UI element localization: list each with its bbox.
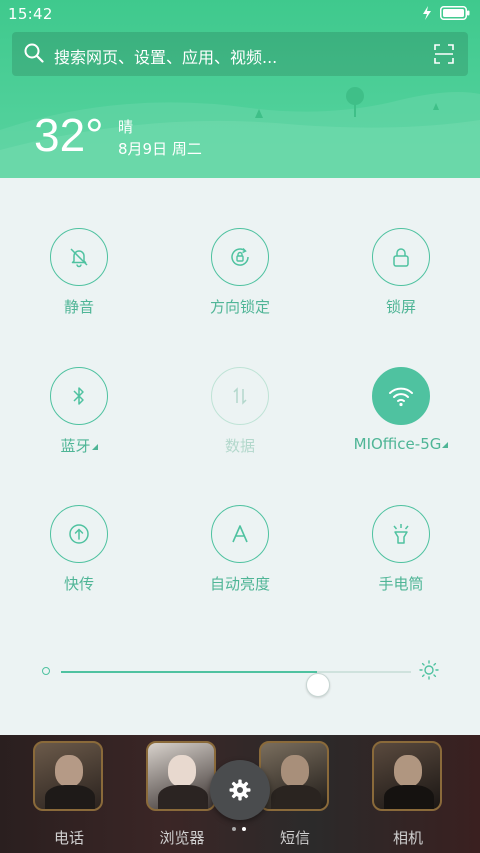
search-bar[interactable]: 搜索网页、设置、应用、视频... [12, 32, 468, 76]
weather-temperature: 32° [34, 109, 104, 161]
tile-label: 锁屏 [385, 298, 416, 316]
status-bar: 15:42 [0, 0, 480, 28]
tile-wifi[interactable]: MIOffice-5G [331, 367, 471, 477]
tile-mobile-data[interactable]: 数据 [170, 367, 310, 477]
mute-toggle[interactable] [50, 228, 108, 286]
app-label: 电话 [53, 829, 84, 847]
status-time: 15:42 [8, 5, 53, 23]
messages-app-icon[interactable] [259, 741, 329, 811]
mobile-data-icon [233, 387, 247, 405]
app-label: 浏览器 [159, 829, 205, 847]
wifi-icon [389, 387, 413, 407]
tile-label: 自动亮度 [209, 575, 270, 593]
tile-rotation-lock[interactable]: 方向锁定 [170, 228, 310, 338]
lock-screen-button[interactable] [372, 228, 430, 286]
app-browser[interactable]: 浏览器 [146, 741, 218, 849]
mobile-data-toggle[interactable] [211, 367, 269, 425]
search-icon [24, 43, 44, 63]
weather-date: 8月9日 周二 [118, 140, 202, 158]
battery-icon [440, 6, 470, 20]
tile-lock-screen[interactable]: 锁屏 [331, 228, 471, 338]
wifi-network-label: MIOffice-5G [353, 435, 442, 453]
brightness-slider[interactable] [36, 658, 446, 697]
scan-icon[interactable] [434, 44, 454, 64]
tile-label[interactable]: 蓝牙 [9, 435, 149, 456]
tile-quick-share[interactable]: 快传 [9, 505, 149, 615]
flashlight-icon [393, 524, 409, 544]
quick-settings-panel: 静音 方向锁定 锁屏 蓝牙 数据 MIOffice-5G 快传 自动亮度 手电筒 [0, 178, 480, 735]
brightness-low-icon [42, 667, 50, 675]
home-screen-dock: 电话 浏览器 短信 相机 [0, 735, 480, 853]
tile-label: 快传 [63, 575, 94, 593]
charging-icon [423, 6, 431, 20]
page-dot [232, 827, 236, 831]
rotation-lock-icon [231, 247, 249, 266]
brightness-high-icon [419, 660, 439, 680]
tile-label: 数据 [224, 437, 255, 455]
expand-caret-icon [91, 444, 98, 450]
gear-icon [229, 779, 251, 801]
flashlight-toggle[interactable] [372, 505, 430, 563]
browser-app-icon[interactable] [146, 741, 216, 811]
app-label: 相机 [392, 829, 423, 847]
app-messages[interactable]: 短信 [259, 741, 331, 849]
bluetooth-toggle[interactable] [50, 367, 108, 425]
page-dot-active [242, 827, 246, 831]
rotation-lock-toggle[interactable] [211, 228, 269, 286]
camera-app-icon[interactable] [372, 741, 442, 811]
app-camera[interactable]: 相机 [372, 741, 444, 849]
bluetooth-label: 蓝牙 [60, 437, 91, 455]
wifi-toggle[interactable] [372, 367, 430, 425]
bell-off-icon [70, 248, 88, 268]
tile-mute[interactable]: 静音 [9, 228, 149, 338]
auto-brightness-icon [232, 525, 248, 543]
tile-label: 手电筒 [378, 575, 424, 593]
auto-brightness-toggle[interactable] [211, 505, 269, 563]
tile-label[interactable]: MIOffice-5G [331, 435, 471, 453]
app-label: 短信 [279, 829, 310, 847]
expand-caret-icon [442, 442, 449, 448]
tile-bluetooth[interactable]: 蓝牙 [9, 367, 149, 477]
bluetooth-icon [73, 387, 84, 405]
notification-header: 15:42 搜索网页、设置、应用、视频... 32° 晴 8月9日 周二 [0, 0, 480, 178]
tile-label: 静音 [63, 298, 94, 316]
weather-condition: 晴 [118, 118, 134, 136]
page-indicator [232, 827, 246, 831]
tile-flashlight[interactable]: 手电筒 [331, 505, 471, 615]
share-transfer-icon [69, 524, 89, 544]
tile-label: 方向锁定 [209, 298, 270, 316]
lock-icon [393, 248, 409, 267]
brightness-track[interactable] [61, 671, 411, 697]
search-placeholder: 搜索网页、设置、应用、视频... [54, 48, 278, 67]
app-phone[interactable]: 电话 [33, 741, 105, 849]
quick-share-toggle[interactable] [50, 505, 108, 563]
tile-auto-brightness[interactable]: 自动亮度 [170, 505, 310, 615]
settings-button[interactable] [210, 760, 270, 820]
brightness-thumb[interactable] [305, 673, 330, 697]
phone-app-icon[interactable] [33, 741, 103, 811]
brightness-fill [61, 671, 317, 673]
status-icons [422, 6, 470, 20]
